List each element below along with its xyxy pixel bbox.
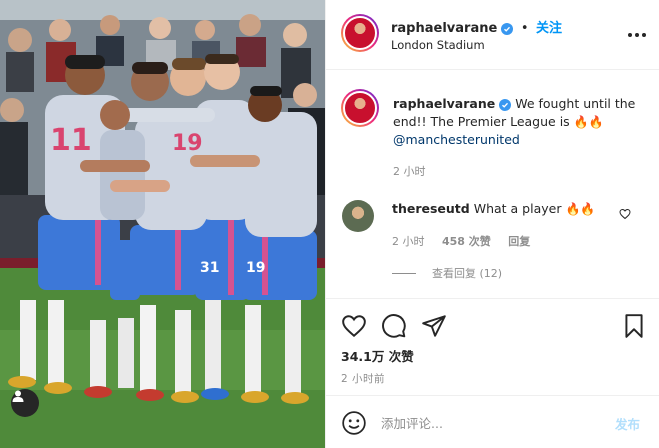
paper-plane-icon[interactable] bbox=[421, 313, 447, 339]
post-location[interactable]: London Stadium bbox=[391, 38, 485, 52]
comment-time: 2 小时 bbox=[392, 235, 425, 248]
caption-username[interactable]: raphaelvarane bbox=[393, 96, 495, 111]
separator-dot: • bbox=[520, 21, 529, 36]
replies-divider bbox=[392, 272, 416, 274]
post-caption: raphaelvarane We fought until the end!! … bbox=[393, 95, 648, 149]
author-avatar[interactable] bbox=[341, 14, 379, 52]
fire-emoji: 🔥🔥 bbox=[565, 202, 596, 216]
caption-mention-link[interactable]: @manchesterunited bbox=[393, 132, 520, 147]
like-count[interactable]: 34.1万 次赞 bbox=[341, 346, 414, 365]
bookmark-icon[interactable] bbox=[621, 313, 647, 339]
follow-button[interactable]: 关注 bbox=[536, 21, 562, 36]
post-header: raphaelvarane • 关注 London Stadium bbox=[326, 0, 659, 70]
caption-author-avatar[interactable] bbox=[341, 89, 379, 127]
team-celebration-image: 11 19 31 19 bbox=[0, 0, 325, 448]
post-timestamp[interactable]: 2 小时前 bbox=[341, 371, 385, 386]
more-options-icon[interactable] bbox=[626, 26, 648, 44]
user-silhouette-icon bbox=[12, 390, 24, 402]
jersey-number: 11 bbox=[50, 123, 92, 158]
verified-badge-icon bbox=[501, 23, 514, 35]
comment-text: What a player bbox=[473, 201, 562, 216]
jersey-number: 19 bbox=[172, 131, 203, 156]
view-replies-button[interactable]: 查看回复 (12) bbox=[392, 265, 502, 281]
fire-emoji: 🔥🔥 bbox=[573, 115, 604, 129]
author-username[interactable]: raphaelvarane bbox=[391, 21, 497, 36]
author-header-line: raphaelvarane • 关注 bbox=[391, 17, 562, 36]
comment-meta: 2 小时 458 次赞 回复 bbox=[392, 233, 544, 249]
commenter-avatar[interactable] bbox=[342, 200, 374, 232]
heart-icon[interactable] bbox=[341, 313, 367, 339]
comment-input[interactable] bbox=[381, 412, 581, 434]
jersey-number: 19 bbox=[246, 260, 265, 276]
comment-likes[interactable]: 458 次赞 bbox=[442, 235, 491, 248]
jersey-number: 31 bbox=[200, 260, 219, 276]
comment-body: thereseutd What a player 🔥🔥 bbox=[392, 201, 595, 216]
user-tags-button[interactable] bbox=[11, 389, 39, 417]
comment-heart-icon[interactable] bbox=[619, 208, 631, 220]
caption-time: 2 小时 bbox=[393, 165, 426, 178]
commenter-username[interactable]: thereseutd bbox=[392, 201, 470, 216]
add-comment-bar: 发布 bbox=[325, 395, 659, 448]
post-photo[interactable]: 11 19 31 19 bbox=[0, 0, 325, 448]
reply-button[interactable]: 回复 bbox=[508, 235, 530, 248]
comment-bubble-icon[interactable] bbox=[381, 313, 407, 339]
verified-badge-icon bbox=[499, 99, 512, 111]
smiley-icon[interactable] bbox=[341, 410, 367, 436]
post-comment-button[interactable]: 发布 bbox=[615, 414, 640, 433]
view-replies-label: 查看回复 (12) bbox=[432, 267, 503, 280]
